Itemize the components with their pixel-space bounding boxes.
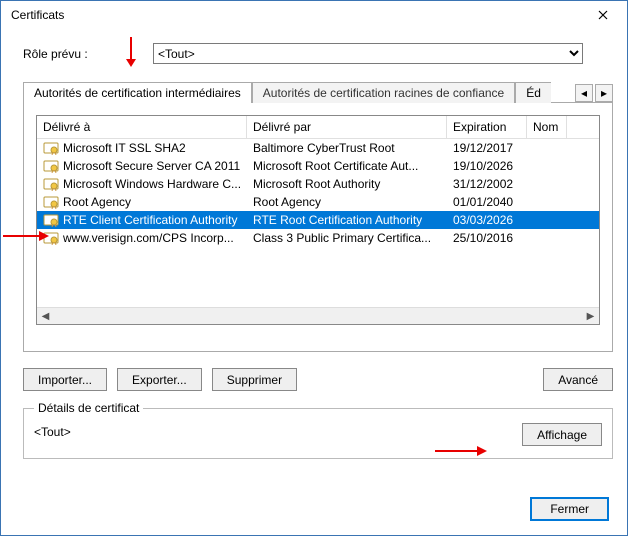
table-row[interactable]: Microsoft Secure Server CA 2011Microsoft… — [37, 157, 599, 175]
advanced-button[interactable]: Avancé — [543, 368, 613, 391]
role-select[interactable]: <Tout> — [153, 43, 583, 64]
table-row[interactable]: Root AgencyRoot Agency01/01/2040 — [37, 193, 599, 211]
tab-intermediate-cas[interactable]: Autorités de certification intermédiaire… — [23, 82, 252, 103]
table-row[interactable]: www.verisign.com/CPS Incorp...Class 3 Pu… — [37, 229, 599, 247]
window-title: Certificats — [11, 8, 583, 22]
cert-details-value: <Tout> — [34, 423, 522, 439]
cert-details-group: Détails de certificat <Tout> Affichage — [23, 401, 613, 459]
scroll-left-icon[interactable]: ◀ — [37, 308, 54, 325]
import-button[interactable]: Importer... — [23, 368, 107, 391]
view-button[interactable]: Affichage — [522, 423, 602, 446]
tab-scroll-left[interactable]: ◂ — [575, 84, 593, 102]
export-button[interactable]: Exporter... — [117, 368, 202, 391]
tab-pane: Délivré à Délivré par Expiration Nom Mic… — [23, 102, 613, 352]
tab-partial[interactable]: Éd — [515, 82, 551, 103]
col-issued-to[interactable]: Délivré à — [37, 116, 247, 138]
listview-header[interactable]: Délivré à Délivré par Expiration Nom — [37, 116, 599, 139]
cert-listview[interactable]: Délivré à Délivré par Expiration Nom Mic… — [36, 115, 600, 325]
listview-body[interactable]: Microsoft IT SSL SHA2Baltimore CyberTrus… — [37, 139, 599, 307]
h-scrollbar[interactable]: ◀ ▶ — [37, 307, 599, 324]
tabstrip: Autorités de certification intermédiaire… — [23, 78, 613, 102]
close-icon[interactable] — [583, 3, 623, 27]
role-label: Rôle prévu : — [23, 47, 153, 61]
table-row[interactable]: Microsoft IT SSL SHA2Baltimore CyberTrus… — [37, 139, 599, 157]
table-row[interactable]: Microsoft Windows Hardware C...Microsoft… — [37, 175, 599, 193]
table-row[interactable]: RTE Client Certification AuthorityRTE Ro… — [37, 211, 599, 229]
scroll-right-icon[interactable]: ▶ — [582, 308, 599, 325]
close-button[interactable]: Fermer — [530, 497, 609, 521]
delete-button[interactable]: Supprimer — [212, 368, 297, 391]
certificates-dialog: Certificats Rôle prévu : <Tout> Autorité… — [0, 0, 628, 536]
titlebar: Certificats — [1, 1, 627, 29]
col-name[interactable]: Nom — [527, 116, 567, 138]
col-issued-by[interactable]: Délivré par — [247, 116, 447, 138]
tab-scroll-right[interactable]: ▸ — [595, 84, 613, 102]
cert-details-legend: Détails de certificat — [34, 401, 143, 415]
col-expiration[interactable]: Expiration — [447, 116, 527, 138]
tab-trusted-root-cas[interactable]: Autorités de certification racines de co… — [252, 82, 515, 103]
